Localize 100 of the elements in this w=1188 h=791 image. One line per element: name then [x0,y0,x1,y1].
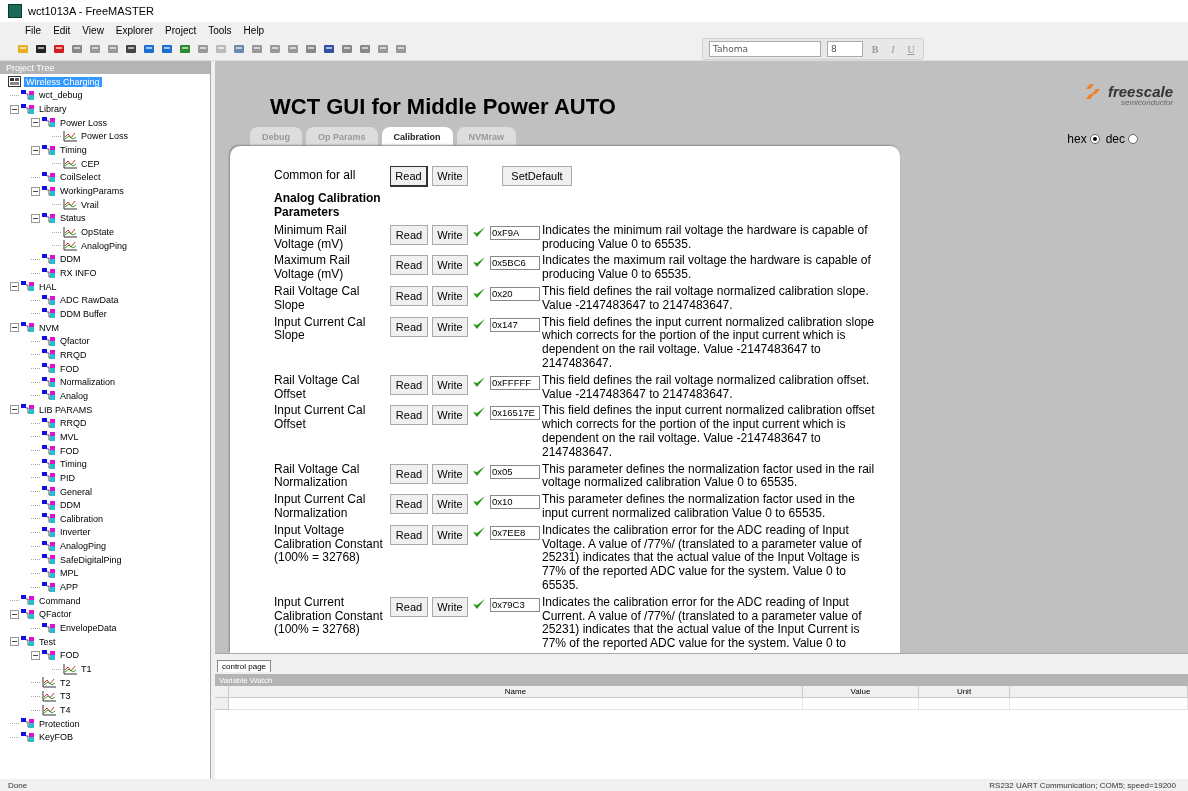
tree-item[interactable]: Qfactor [58,336,92,347]
tree-item[interactable]: T1 [79,664,94,675]
tree-item[interactable]: Inverter [58,527,93,538]
write-button[interactable]: Write [432,494,468,515]
read-button[interactable]: Read [390,524,428,545]
value-field[interactable]: 0x7EE8 [490,525,540,540]
tree-item[interactable]: APP [58,582,80,593]
tree-item[interactable]: KeyFOB [37,732,75,743]
tree-item[interactable]: WorkingParams [58,186,126,197]
write-button[interactable]: Write [432,286,468,307]
tree-item[interactable]: EnvelopeData [58,623,119,634]
write-button[interactable]: Write [432,524,468,545]
value-field[interactable]: 0x16517E [490,406,540,421]
tree-item[interactable]: Library [37,104,69,115]
write-button[interactable]: Write [432,166,468,187]
tree-item[interactable]: CEP [79,158,102,169]
tree-item[interactable]: AnalogPing [58,541,109,552]
tree-item[interactable]: FOD [58,445,81,456]
write-button[interactable]: Write [432,224,468,245]
tree-item[interactable]: LIB PARAMS [37,404,95,415]
read-button[interactable]: Read [390,165,428,187]
read-button[interactable]: Read [390,405,428,426]
read-button[interactable]: Read [390,316,428,337]
tree-item[interactable]: CoilSelect [58,172,103,183]
collapse-toggle[interactable] [10,609,19,619]
tree-item[interactable]: wct_debug [37,90,85,101]
value-field[interactable]: 0x79C3 [490,597,540,612]
write-button[interactable]: Write [432,596,468,617]
tree-item[interactable]: Calibration [58,513,106,524]
tree-item[interactable]: T4 [58,705,73,715]
collapse-toggle[interactable] [10,637,19,647]
value-field[interactable]: 0x10 [490,495,540,510]
menu-item[interactable]: View [77,24,109,36]
tree-item[interactable]: Timing [58,459,89,470]
write-button[interactable]: Write [432,316,468,337]
column-header[interactable]: Unit [919,686,1010,698]
table-cell[interactable] [229,698,803,710]
tab[interactable]: Calibration [381,126,453,146]
tree-item[interactable]: Protection [37,718,82,729]
tree-item[interactable]: Timing [58,145,89,156]
collapse-toggle[interactable] [31,118,40,128]
read-button[interactable]: Read [390,224,428,245]
read-button[interactable]: Read [390,596,428,617]
tree-item[interactable]: Analog [58,390,91,401]
table-cell[interactable] [919,698,1010,710]
tree-item[interactable]: AnalogPing [79,240,130,251]
tree-item[interactable]: RRQD [58,418,89,429]
collapse-toggle[interactable] [31,145,40,155]
tree-item[interactable]: MPL [58,568,81,579]
collapse-toggle[interactable] [10,104,19,114]
tree-item[interactable]: MVL [58,431,81,442]
column-header[interactable]: Name [229,686,803,698]
tree-item[interactable]: T3 [58,691,73,702]
write-button[interactable]: Write [432,405,468,426]
set-default-button[interactable]: SetDefault [502,166,572,187]
value-field[interactable]: 0x147 [490,317,540,332]
tree-item[interactable]: RRQD [58,349,89,360]
tree-item[interactable]: NVM [37,322,61,333]
menu-item[interactable]: File [20,24,47,36]
write-button[interactable]: Write [432,255,468,276]
collapse-toggle[interactable] [31,213,40,223]
tree-item[interactable]: Command [37,595,83,606]
tree-item[interactable]: Power Loss [79,131,131,142]
tree-item[interactable]: ADC RawData [58,295,121,306]
tree-item[interactable]: DDM [58,254,83,265]
collapse-toggle[interactable] [31,650,40,660]
tree-item[interactable]: Power Loss [58,117,110,128]
menu-item[interactable]: Explorer [110,24,159,36]
menu-item[interactable]: Tools [203,24,237,36]
value-field[interactable]: 0xF9A [490,225,540,240]
tree-item[interactable]: Status [58,213,88,224]
font-dropdown[interactable]: Tahoma [709,41,821,57]
tree-item[interactable]: FOD [58,650,81,661]
tree-item[interactable]: SafeDigitalPing [58,554,124,565]
read-button[interactable]: Read [390,255,428,276]
tree-item[interactable]: General [58,486,95,497]
value-field[interactable]: 0x05 [490,464,540,479]
collapse-toggle[interactable] [31,186,40,196]
collapse-toggle[interactable] [10,405,19,415]
read-button[interactable]: Read [390,463,428,484]
value-field[interactable]: 0xFFFFF [490,375,540,390]
page-tab[interactable]: control page [217,660,272,672]
tree-item[interactable]: QFactor [37,609,74,620]
menu-item[interactable]: Help [238,24,270,36]
collapse-toggle[interactable] [10,282,19,292]
menu-item[interactable]: Project [160,24,202,36]
tree-item[interactable]: RX INFO [58,268,99,278]
tree-item[interactable]: PID [58,472,77,483]
menu-item[interactable]: Edit [48,24,76,36]
tree-item[interactable]: OpState [79,227,117,238]
read-button[interactable]: Read [390,286,428,307]
tree-item[interactable]: Normalization [58,377,118,388]
value-field[interactable]: 0x5BC6 [490,256,540,271]
tree-item[interactable]: HAL [37,281,59,292]
column-header[interactable]: Value [803,686,919,698]
write-button[interactable]: Write [432,463,468,484]
value-field[interactable]: 0x20 [490,287,540,302]
write-button[interactable]: Write [432,374,468,395]
table-cell[interactable] [803,698,919,710]
tree-item[interactable]: Test [37,636,58,647]
